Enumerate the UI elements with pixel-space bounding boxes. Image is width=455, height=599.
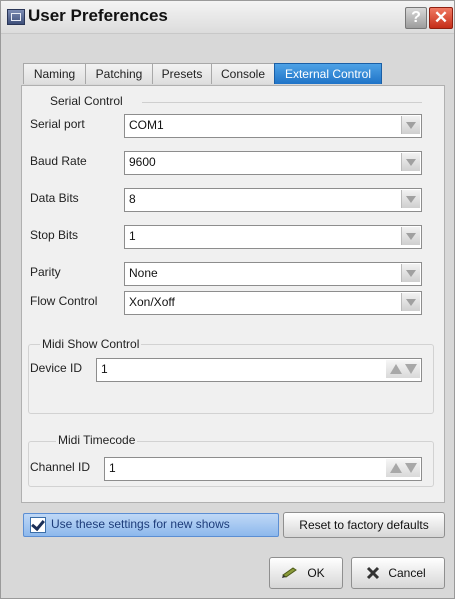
cancel-label: Cancel — [388, 566, 426, 580]
data-bits-value: 8 — [129, 192, 136, 206]
device-id-spinner[interactable]: 1 — [96, 358, 422, 382]
data-bits-select[interactable]: 8 — [124, 188, 422, 212]
flow-control-label: Flow Control — [30, 294, 98, 308]
tab-console[interactable]: Console — [211, 63, 275, 84]
flow-control-value: Xon/Xoff — [129, 295, 175, 309]
cross-icon — [366, 566, 380, 580]
chevron-down-icon[interactable] — [401, 293, 420, 311]
stop-bits-value: 1 — [129, 229, 136, 243]
midi-show-control-title: Midi Show Control — [40, 337, 142, 351]
device-id-value: 1 — [101, 362, 108, 376]
external-control-panel: Serial Control Serial port COM1 Baud Rat… — [21, 85, 445, 503]
serial-port-value: COM1 — [129, 118, 164, 132]
chevron-down-icon[interactable] — [401, 264, 420, 282]
app-window-icon — [7, 9, 25, 25]
tab-naming[interactable]: Naming — [23, 63, 86, 84]
dialog-title: User Preferences — [28, 6, 168, 25]
serial-control-divider — [142, 102, 422, 103]
pencil-check-icon — [282, 567, 297, 578]
channel-id-spinner[interactable]: 1 — [104, 457, 422, 481]
cancel-button[interactable]: Cancel — [351, 557, 445, 589]
stop-bits-select[interactable]: 1 — [124, 225, 422, 249]
check-icon — [31, 516, 45, 532]
data-bits-label: Data Bits — [30, 191, 79, 205]
spin-arrows[interactable] — [386, 360, 420, 378]
flow-control-select[interactable]: Xon/Xoff — [124, 291, 422, 315]
serial-port-select[interactable]: COM1 — [124, 114, 422, 138]
parity-select[interactable]: None — [124, 262, 422, 286]
chevron-down-icon[interactable] — [401, 116, 420, 134]
serial-control-title: Serial Control — [48, 94, 125, 108]
chevron-down-icon[interactable] — [401, 190, 420, 208]
arrow-up-icon[interactable] — [390, 463, 402, 473]
close-button[interactable]: ✕ — [429, 7, 453, 29]
help-button[interactable]: ? — [405, 7, 427, 29]
use-settings-checkbox[interactable] — [30, 516, 46, 533]
reset-defaults-button[interactable]: Reset to factory defaults — [283, 512, 445, 538]
baud-rate-select[interactable]: 9600 — [124, 151, 422, 175]
arrow-down-icon[interactable] — [405, 463, 417, 473]
preferences-dialog: User Preferences ? ✕ Naming Patching Pre… — [0, 0, 455, 599]
use-settings-label: Use these settings for new shows — [51, 517, 230, 531]
baud-rate-value: 9600 — [129, 155, 156, 169]
parity-label: Parity — [30, 265, 61, 279]
ok-button[interactable]: OK — [269, 557, 343, 589]
parity-value: None — [129, 266, 158, 280]
tab-patching[interactable]: Patching — [85, 63, 153, 84]
channel-id-label: Channel ID — [30, 460, 91, 474]
chevron-down-icon[interactable] — [401, 153, 420, 171]
midi-timecode-title: Midi Timecode — [56, 433, 138, 447]
serial-port-label: Serial port — [30, 117, 85, 131]
tab-presets[interactable]: Presets — [152, 63, 212, 84]
arrow-down-icon[interactable] — [405, 364, 417, 374]
ok-label: OK — [307, 566, 325, 580]
tab-external-control[interactable]: External Control — [274, 63, 382, 84]
arrow-up-icon[interactable] — [390, 364, 402, 374]
stop-bits-label: Stop Bits — [30, 228, 79, 242]
device-id-label: Device ID — [30, 361, 83, 375]
help-icon: ? — [411, 9, 421, 26]
close-icon: ✕ — [433, 8, 449, 27]
baud-rate-label: Baud Rate — [30, 154, 87, 168]
title-bar: User Preferences ? ✕ — [1, 1, 454, 34]
channel-id-value: 1 — [109, 461, 116, 475]
chevron-down-icon[interactable] — [401, 227, 420, 245]
spin-arrows[interactable] — [386, 459, 420, 477]
use-settings-toggle[interactable]: Use these settings for new shows — [23, 513, 279, 537]
